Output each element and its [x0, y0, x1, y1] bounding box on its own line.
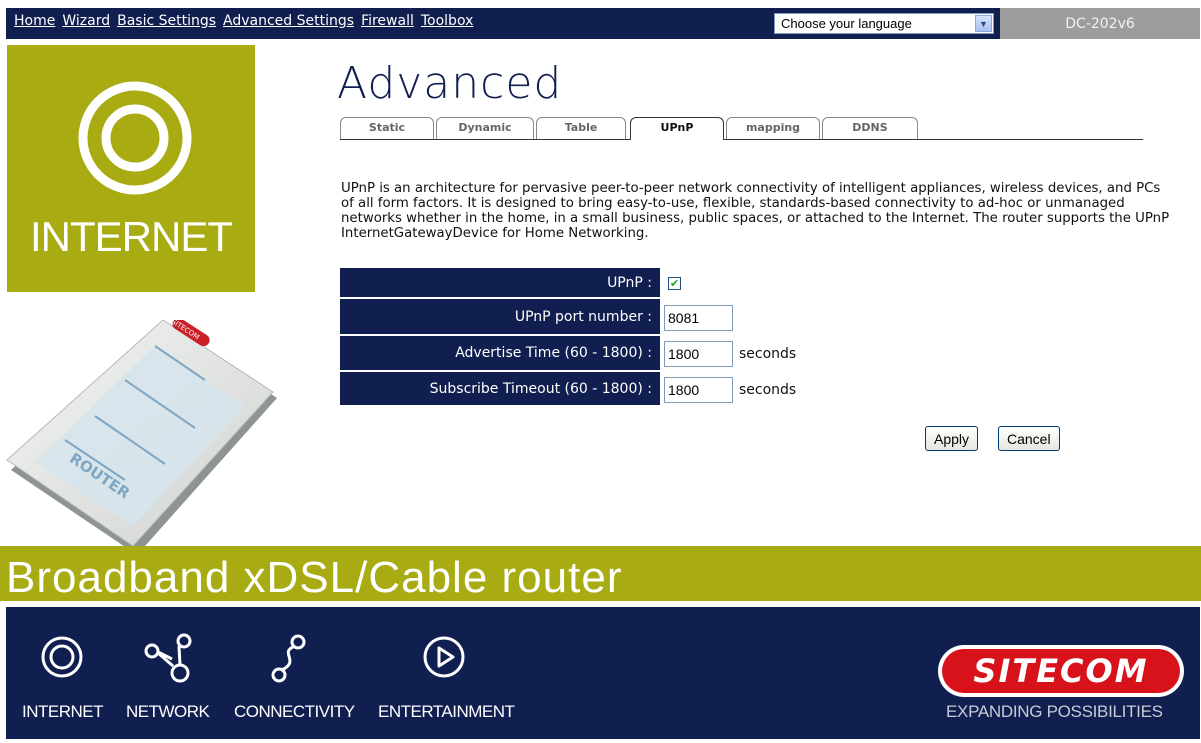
footer-label-connectivity: CONNECTIVITY [234, 702, 355, 721]
nav-link-home[interactable]: Home [14, 13, 55, 29]
nav-link-toolbox[interactable]: Toolbox [421, 13, 474, 29]
upnp-description: UPnP is an architecture for pervasive pe… [341, 181, 1170, 241]
network-icon [144, 633, 192, 683]
language-select[interactable]: Choose your language ▼ [774, 13, 994, 34]
language-select-value: Choose your language [781, 16, 912, 31]
nav-link-advanced-settings[interactable]: Advanced Settings [223, 13, 354, 29]
upnp-port-label: UPnP port number : [340, 299, 660, 336]
product-banner: Broadband xDSL/Cable router [0, 546, 1201, 602]
page-title: Advanced [337, 58, 563, 109]
brand-tagline: EXPANDING POSSIBILITIES [946, 702, 1163, 721]
router-device-image: SITECOM ROUTER [6, 320, 277, 555]
advertise-time-row: Advertise Time (60 - 1800) : seconds [340, 336, 796, 372]
subscribe-timeout-input[interactable] [664, 376, 733, 403]
upnp-enable-checkbox[interactable]: ✔ [668, 277, 681, 290]
advertise-time-input[interactable] [664, 341, 733, 367]
subscribe-timeout-unit: seconds [739, 381, 797, 398]
connectivity-icon [271, 634, 306, 683]
apply-button[interactable]: Apply [925, 426, 979, 451]
tab-bar: Static Dynamic Table UPnP mapping DDNS [340, 117, 1143, 140]
subscribe-timeout-row: Subscribe Timeout (60 - 1800) : seconds [340, 372, 796, 407]
internet-icon [41, 636, 83, 678]
nav-link-basic-settings[interactable]: Basic Settings [117, 13, 216, 29]
advertise-time-unit: seconds [739, 346, 797, 362]
chevron-down-icon[interactable]: ▼ [975, 15, 992, 32]
internet-panel-label: INTERNET [30, 213, 233, 260]
brand-name: SITECOM [973, 652, 1148, 690]
sitecom-logo: SITECOM [938, 645, 1184, 697]
tab-upnp[interactable]: UPnP [630, 117, 724, 140]
tab-table[interactable]: Table [536, 117, 626, 139]
model-name: DC-202v6 [1000, 8, 1200, 39]
footer-label-network: NETWORK [126, 702, 210, 721]
internet-icon [78, 81, 192, 195]
nav-link-wizard[interactable]: Wizard [62, 13, 110, 29]
nav-link-firewall[interactable]: Firewall [361, 13, 414, 29]
tab-static[interactable]: Static [340, 117, 434, 139]
subscribe-timeout-label: Subscribe Timeout (60 - 1800) : [340, 372, 660, 407]
tab-dynamic[interactable]: Dynamic [436, 117, 534, 139]
footer-label-internet: INTERNET [22, 702, 104, 721]
upnp-port-input[interactable] [664, 304, 733, 331]
upnp-port-row: UPnP port number : [340, 299, 733, 336]
footer: INTERNET NETWORK CONNECTIVITY ENTERTAINM… [6, 607, 1200, 739]
advertise-time-label: Advertise Time (60 - 1800) : [340, 336, 660, 372]
cancel-button[interactable]: Cancel [998, 426, 1060, 451]
footer-label-entertainment: ENTERTAINMENT [378, 702, 515, 721]
internet-panel: INTERNET [7, 45, 255, 292]
play-icon [423, 636, 465, 678]
check-icon: ✔ [669, 277, 680, 290]
nav-links: Home Wizard Basic Settings Advanced Sett… [14, 13, 473, 29]
upnp-enable-row: UPnP : ✔ [340, 268, 681, 299]
upnp-enable-label: UPnP : [340, 268, 660, 299]
tab-ddns[interactable]: DDNS [822, 117, 918, 139]
tab-mapping[interactable]: mapping [726, 117, 820, 139]
